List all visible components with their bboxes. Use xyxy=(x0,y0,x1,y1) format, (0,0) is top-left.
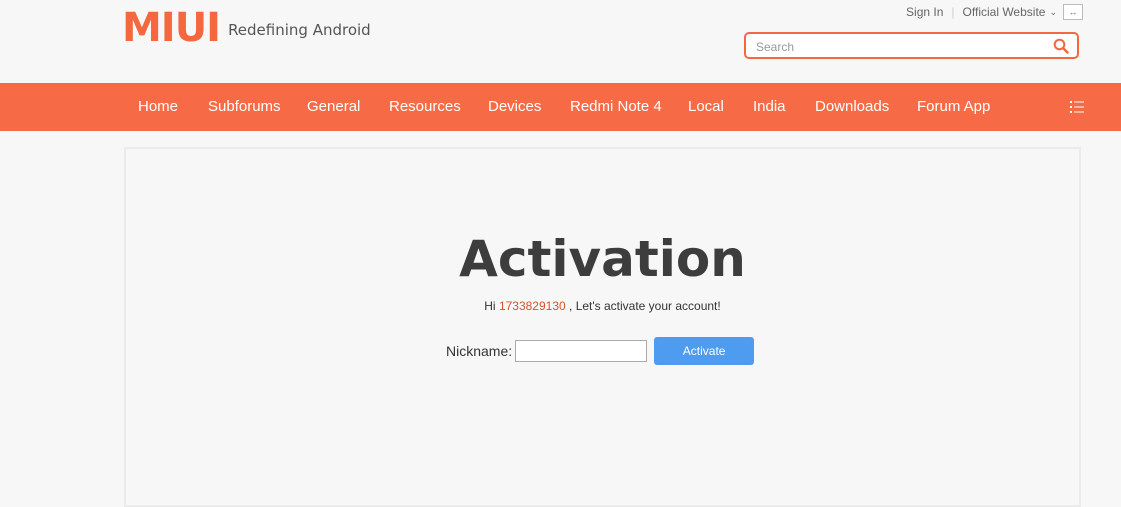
logo-mark: MIUI xyxy=(122,5,221,51)
greeting-prefix: Hi xyxy=(484,299,499,313)
greeting-suffix: , Let's activate your account! xyxy=(565,299,721,313)
top-links: Sign In | Official Website ⌄ ↔ xyxy=(906,4,1083,20)
user-id: 1733829130 xyxy=(498,299,566,313)
site-logo[interactable]: MIUI Redefining Android xyxy=(122,8,371,48)
search-icon[interactable] xyxy=(1053,38,1069,54)
nav-item-downloads[interactable]: Downloads xyxy=(815,83,889,131)
search-input[interactable] xyxy=(754,34,1048,59)
nav-item-india[interactable]: India xyxy=(753,83,786,131)
activation-panel: Activation Hi 1733829130 , Let's activat… xyxy=(124,147,1081,507)
page-title: Activation xyxy=(459,230,746,288)
chevron-down-icon[interactable]: ⌄ xyxy=(1049,7,1057,18)
link-separator: | xyxy=(951,5,955,19)
main-nav: Home Subforums General Resources Devices… xyxy=(0,83,1121,131)
nav-item-home[interactable]: Home xyxy=(138,83,178,131)
nav-item-local[interactable]: Local xyxy=(688,83,724,131)
expand-icon[interactable]: ↔ xyxy=(1063,4,1083,20)
nav-item-resources[interactable]: Resources xyxy=(389,83,461,131)
nav-item-forum-app[interactable]: Forum App xyxy=(917,83,990,131)
search-box xyxy=(744,32,1079,59)
activate-button[interactable]: Activate xyxy=(654,337,755,365)
nickname-label: Nickname: xyxy=(446,343,513,359)
logo-tagline: Redefining Android xyxy=(228,21,371,39)
official-website-link[interactable]: Official Website xyxy=(963,5,1046,19)
nickname-input[interactable] xyxy=(515,340,648,362)
sign-in-link[interactable]: Sign In xyxy=(906,5,943,19)
nav-item-redmi-note-4[interactable]: Redmi Note 4 xyxy=(570,83,662,131)
nav-item-devices[interactable]: Devices xyxy=(488,83,541,131)
activation-form: Nickname: Activate xyxy=(446,337,755,365)
nav-item-general[interactable]: General xyxy=(307,83,360,131)
nav-item-subforums[interactable]: Subforums xyxy=(208,83,281,131)
menu-icon[interactable] xyxy=(1070,100,1084,114)
greeting-text: Hi 1733829130 , Let's activate your acco… xyxy=(126,299,1079,313)
